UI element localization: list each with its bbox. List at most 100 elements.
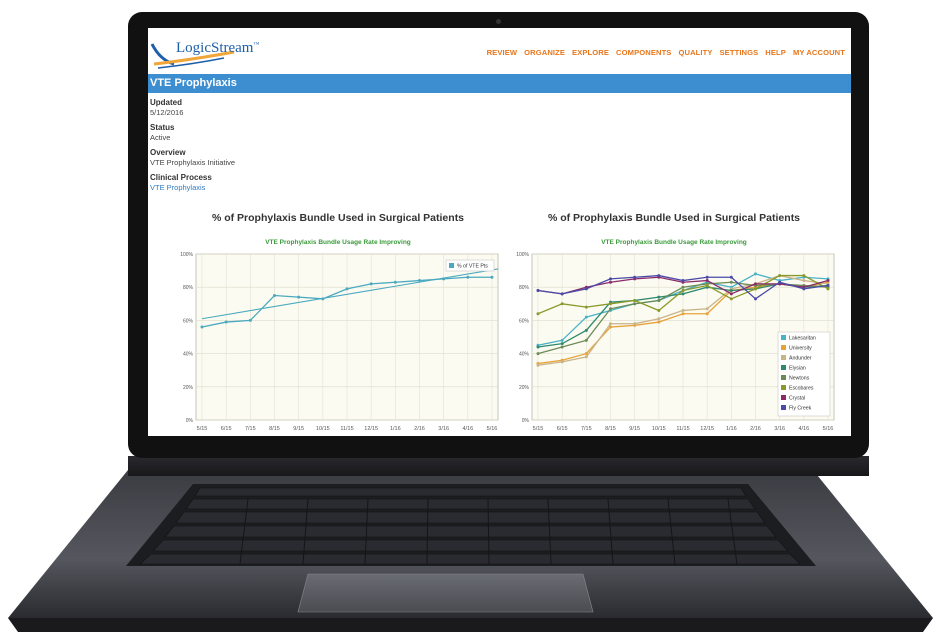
logo[interactable]: LogicStream™ [150,34,300,72]
nav-review[interactable]: REVIEW [487,48,518,57]
page-title: VTE Prophylaxis [150,77,237,89]
x-tick-label: 11/15 [676,426,689,432]
data-point [490,275,494,279]
x-tick-label: 7/15 [245,426,256,432]
legend-label: Crystal [789,396,805,402]
chart-right-plot: 0% 20% 40% 60% 80% 100% 5/15 6/15 7/15 8/15 9/15 10… [516,252,835,432]
x-tick-label: 5/15 [197,426,208,432]
x-tick-label: 5/16 [487,426,498,432]
legend-swatch [781,385,786,390]
nav-quality[interactable]: QUALITY [678,48,712,57]
nav-my-account[interactable]: MY ACCOUNT [793,48,845,57]
x-tick-label: 8/15 [269,426,280,432]
legend-swatch [781,375,786,380]
data-point [681,289,685,293]
x-tick-label: 2/16 [414,426,425,432]
data-point [200,325,204,329]
nav-components[interactable]: COMPONENTS [616,48,671,57]
x-tick-label: 3/16 [438,426,449,432]
legend-label: Andunder [789,356,812,362]
data-point [560,292,564,296]
nav-explore[interactable]: EXPLORE [572,48,609,57]
legend-swatch [781,395,786,400]
updated-value: 5/12/2016 [150,108,184,117]
legend-label: University [789,346,812,352]
data-point [536,345,540,349]
x-tick-label: 6/15 [221,426,232,432]
x-tick-label: 12/15 [364,426,378,432]
data-point [609,322,612,326]
clinical-process-label: Clinical Process [150,173,212,182]
data-point [536,289,540,293]
data-point [609,302,612,306]
x-tick-label: 5/16 [823,426,834,432]
y-tick-label: 80% [519,285,530,291]
logo-text: LogicStream™ [176,40,260,56]
y-tick-label: 60% [519,318,530,324]
chart-left: % of Prophylaxis Bundle Used in Surgical… [168,206,508,436]
screen: LogicStream™ REVIEW ORGANIZE EXPLORE COM… [148,28,851,436]
x-tick-label: 9/15 [629,426,640,432]
legend-label: Lakesaritan [789,336,816,342]
x-tick-label: 8/15 [605,426,616,432]
data-point [273,294,276,297]
data-point [609,280,612,284]
legend-box [777,331,831,417]
data-point [584,287,588,291]
data-point [705,284,709,288]
data-point [705,275,709,279]
data-point [729,289,733,293]
data-point [393,280,397,284]
data-point [584,338,588,342]
data-point [681,292,685,296]
data-point [584,305,588,309]
data-point [418,279,421,283]
data-point [633,275,637,279]
nav-help[interactable]: HELP [765,48,786,57]
nav-settings[interactable]: SETTINGS [720,48,759,57]
nav-organize[interactable]: ORGANIZE [524,48,565,57]
y-tick-label: 100% [516,252,529,258]
data-point [584,355,588,359]
legend-label: Escobares [789,386,814,392]
data-point [224,320,228,324]
x-tick-label: 9/15 [293,426,304,432]
data-point [609,307,612,311]
data-point [681,308,685,312]
y-tick-label: 100% [180,252,193,258]
laptop-base [8,470,933,632]
data-point [657,298,661,302]
data-point [778,280,782,284]
clinical-process-link[interactable]: VTE Prophylaxis [150,183,450,192]
x-tick-label: 1/16 [726,426,737,432]
data-point [560,360,564,364]
data-point [705,307,709,311]
data-point [248,318,252,322]
data-point [560,345,564,349]
details-panel: Updated 5/12/2016 Status Active Overview… [150,98,450,192]
chart-left-subtitle: VTE Prophylaxis Bundle Usage Rate Improv… [265,239,411,246]
data-point [729,275,733,279]
data-point [754,272,757,276]
page-title-bar: VTE Prophylaxis [148,74,851,93]
x-tick-label: 12/15 [700,426,714,432]
top-bar: LogicStream™ REVIEW ORGANIZE EXPLORE COM… [148,28,851,76]
legend-label: Elysian [789,366,806,372]
status-value: Active [150,133,171,142]
data-point [345,287,349,291]
data-point [657,320,661,324]
data-point [681,279,685,283]
y-tick-label: 20% [183,385,194,391]
data-point [369,282,373,286]
laptop-device: LogicStream™ REVIEW ORGANIZE EXPLORE COM… [0,0,941,634]
legend-swatch [449,263,454,268]
data-point [560,342,564,346]
y-tick-label: 20% [519,385,530,391]
legend-swatch [781,335,786,340]
laptop-hinge [128,456,869,476]
x-tick-label: 2/16 [750,426,761,432]
data-point [584,328,588,332]
data-point [705,279,709,283]
trackpad [297,573,594,613]
y-tick-label: 40% [519,352,530,358]
